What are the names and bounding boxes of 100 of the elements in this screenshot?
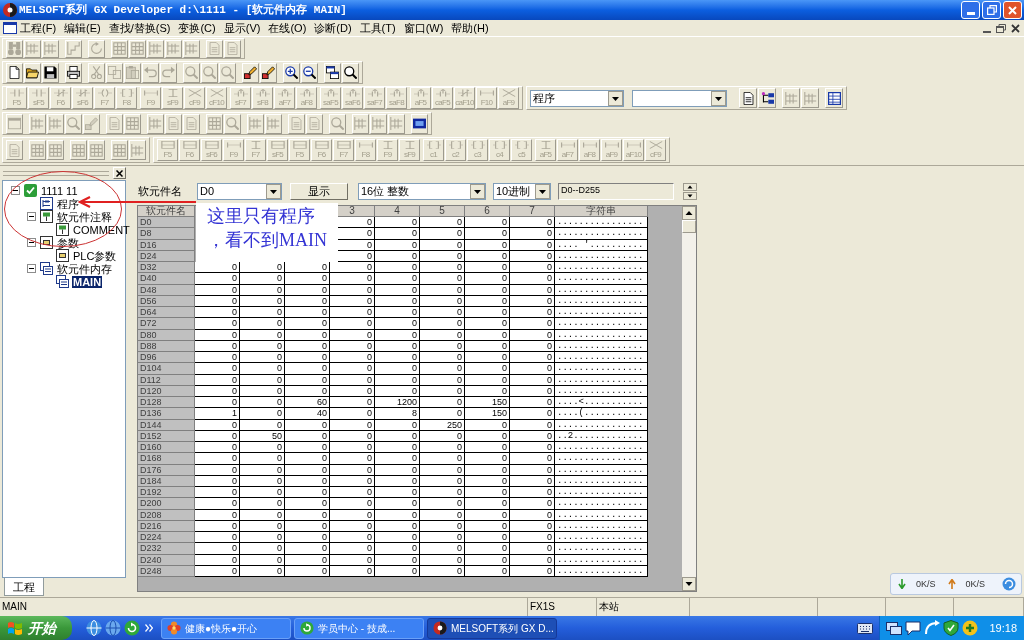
window-icon[interactable] — [3, 22, 17, 34]
show-button[interactable]: 显示 — [290, 182, 348, 200]
table-cell: 0 — [420, 453, 465, 465]
table-cell: ................ — [555, 217, 648, 229]
monitor-icon[interactable] — [886, 620, 903, 636]
collapse-toggle-icon[interactable] — [27, 264, 36, 273]
dropdown-field[interactable]: 程序 — [530, 89, 624, 107]
toolbar-button[interactable] — [739, 88, 757, 108]
scrollbar-thumb[interactable] — [682, 220, 696, 233]
menu-item[interactable]: 工程(F) — [20, 20, 57, 36]
close-icon[interactable] — [1011, 23, 1020, 33]
collapse-toggle-icon[interactable] — [11, 186, 20, 195]
toolbar-button[interactable] — [24, 62, 41, 83]
table-cell: 150 — [465, 408, 510, 420]
start-button[interactable]: 开始 — [0, 616, 72, 640]
tree-item[interactable]: MAIN — [72, 275, 103, 288]
circle-arrow-icon[interactable] — [124, 620, 140, 636]
search-icon — [331, 117, 344, 130]
menu-item[interactable]: 查找/替换(S) — [108, 20, 171, 36]
document-icon — [167, 117, 180, 130]
table-cell: 0 — [465, 239, 510, 251]
table-cell: 0 — [465, 228, 510, 240]
taskbar-button[interactable]: MELSOFT系列 GX D... — [427, 617, 557, 639]
taskbar-button[interactable]: 健康●快乐●开心 — [161, 617, 291, 639]
binoculars-icon — [8, 42, 21, 55]
scrollbar-track[interactable] — [682, 206, 696, 591]
tree-item[interactable]: 软元件注释 — [56, 210, 113, 223]
device-combo[interactable]: D0 — [197, 182, 282, 200]
menu-item[interactable]: 诊断(D) — [314, 20, 352, 36]
framed-page-icon — [40, 236, 53, 249]
table-cell: 0 — [375, 509, 420, 521]
shield-icon[interactable] — [943, 620, 960, 636]
collapse-toggle-icon[interactable] — [27, 238, 36, 247]
scroll-up-icon[interactable] — [682, 206, 696, 220]
column-header: 6 — [465, 206, 510, 217]
toolbar-button[interactable] — [324, 62, 341, 83]
tree-item[interactable]: 程序 — [56, 197, 80, 210]
ladder-rung-icon — [149, 117, 162, 130]
scroll-down-icon[interactable] — [682, 577, 696, 591]
upload-rate: 0K/S — [965, 578, 986, 590]
table-cell: 0 — [285, 509, 330, 521]
table-cell: 0 — [510, 419, 555, 431]
minimize-button[interactable] — [961, 1, 980, 19]
dropdown-field[interactable]: 16位 整数 — [358, 182, 486, 200]
toolbar-button[interactable] — [825, 88, 843, 108]
table-cell: 0 — [285, 487, 330, 499]
row-header: D40 — [138, 273, 195, 285]
keyboard-icon[interactable] — [857, 622, 874, 634]
table-cell: ................ — [555, 273, 648, 285]
dropdown-field[interactable]: 10进制 — [493, 182, 551, 200]
tree-item[interactable]: 参数 — [56, 236, 80, 249]
taskbar-button[interactable]: 学员中心 - 技成... — [294, 617, 424, 639]
chevron-icon[interactable] — [145, 624, 153, 632]
dropdown-field[interactable] — [632, 89, 727, 107]
toolbar-button[interactable] — [260, 62, 277, 83]
table-cell: 0 — [330, 284, 375, 296]
tree-item[interactable]: 1111 11 — [40, 184, 79, 197]
table-cell: 0 — [510, 532, 555, 544]
collapse-toggle-icon[interactable] — [27, 212, 36, 221]
chat-bubble-icon[interactable] — [905, 620, 922, 636]
row-header: D144 — [138, 419, 195, 431]
globe-icon[interactable] — [86, 620, 102, 636]
cross-mark-icon — [209, 89, 224, 97]
menu-item[interactable]: 帮助(H) — [451, 20, 489, 36]
menu-item[interactable]: 变换(C) — [178, 20, 216, 36]
toolbar-button[interactable] — [283, 62, 300, 83]
row-header: D72 — [138, 318, 195, 330]
table-cell: 0 — [375, 273, 420, 285]
spin-down-icon[interactable] — [683, 191, 697, 200]
tree-item[interactable]: 软元件内存 — [56, 262, 113, 275]
toolbar-button[interactable] — [758, 88, 776, 108]
table-cell: 0 — [195, 397, 240, 409]
plus-circle-icon[interactable] — [962, 620, 979, 636]
ladder-rung-icon — [390, 117, 403, 130]
toolbar-button[interactable] — [65, 62, 82, 83]
split-square-icon — [182, 141, 197, 149]
menu-item[interactable]: 编辑(E) — [64, 20, 101, 36]
globe-icon[interactable] — [105, 620, 121, 636]
curved-arrow-icon[interactable] — [924, 620, 941, 636]
toolbar-button[interactable] — [411, 113, 428, 134]
menu-item[interactable]: 在线(O) — [268, 20, 307, 36]
table-cell: 0 — [285, 554, 330, 566]
restore-icon[interactable] — [996, 23, 1006, 33]
stacked-windows-icon — [56, 275, 69, 288]
toolbar-button[interactable] — [42, 62, 59, 83]
spin-up-icon[interactable] — [683, 182, 697, 191]
table-cell: 0 — [420, 273, 465, 285]
tab[interactable]: 工程 — [4, 578, 44, 596]
toolbar-button[interactable] — [301, 62, 318, 83]
close-button[interactable] — [113, 167, 126, 179]
tree-item[interactable]: COMMENT — [72, 223, 131, 236]
toolbar-button[interactable] — [242, 62, 259, 83]
tree-item[interactable]: PLC参数 — [72, 249, 118, 262]
menu-item[interactable]: 工具(T) — [359, 20, 396, 36]
menu-item[interactable]: 窗口(W) — [403, 20, 444, 36]
toolbar-button[interactable] — [342, 62, 359, 83]
restore-button[interactable] — [982, 1, 1001, 19]
toolbar-button[interactable] — [6, 62, 23, 83]
table-cell: ................ — [555, 329, 648, 341]
menu-item[interactable]: 显示(V) — [223, 20, 261, 36]
